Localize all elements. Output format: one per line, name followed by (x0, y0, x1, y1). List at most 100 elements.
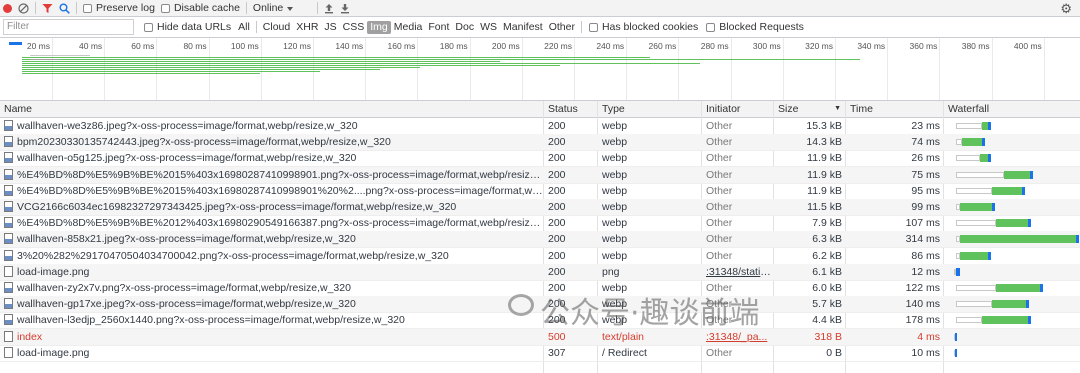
overview-tick-label: 60 ms (131, 41, 155, 51)
type-filter-media[interactable]: Media (391, 21, 426, 34)
overview-tick-label: 100 ms (230, 41, 259, 51)
search-button[interactable] (56, 0, 73, 16)
cell-name: wallhaven-zy2x7v.png?x-oss-process=image… (0, 280, 544, 296)
table-row[interactable]: VCG2166c6034ec16982327297343425.jpeg?x-o… (0, 199, 1080, 216)
table-row[interactable]: %E4%BD%8D%E5%9B%BE%2015%403x169802874109… (0, 166, 1080, 184)
table-row[interactable]: %E4%BD%8D%E5%9B%BE%2012%403x169802905491… (0, 215, 1080, 233)
column-waterfall-header[interactable]: Waterfall (944, 101, 1080, 117)
record-button[interactable] (0, 0, 15, 16)
type-filter-doc[interactable]: Doc (452, 21, 477, 34)
cell-time: 140 ms (905, 298, 940, 311)
cell-status: 200 (548, 152, 566, 165)
cell-time: 12 ms (911, 265, 940, 278)
table-row[interactable]: wallhaven-zy2x7v.png?x-oss-process=image… (0, 280, 1080, 297)
blocked-requests-label: Blocked Requests (719, 21, 804, 33)
cell-type: / Redirect (602, 346, 647, 359)
cell-initiator[interactable]: :31348/_pa... (702, 329, 774, 345)
timeline-overview[interactable]: 20 ms 40 ms 60 ms 80 ms 100 ms 120 ms 140 ms 16… (0, 38, 1080, 101)
cell-initiator[interactable]: Other (702, 248, 774, 264)
request-name: bpm20230330135742443.jpeg?x-oss-process=… (17, 136, 391, 149)
overview-request-bar (22, 57, 650, 58)
cell-status: 200 (548, 217, 566, 230)
type-filter-img[interactable]: Img (367, 20, 391, 34)
table-row[interactable]: wallhaven-we3z86.jpeg?x-oss-process=imag… (0, 118, 1080, 135)
filter-toggle-button[interactable] (39, 0, 56, 16)
type-filter-js[interactable]: JS (321, 21, 339, 34)
overview-gridline (678, 38, 680, 100)
cell-initiator[interactable]: Other (702, 215, 774, 231)
export-har-button[interactable] (337, 0, 353, 16)
cell-name: %E4%BD%8D%E5%9B%BE%2015%403x169802874109… (0, 167, 544, 183)
settings-gear-icon[interactable]: ⚙ (1060, 1, 1072, 17)
cell-initiator[interactable]: Other (702, 134, 774, 150)
clear-button[interactable] (15, 0, 32, 16)
table-row[interactable]: 3%20%282%29170470504034700042.png?x-oss-… (0, 248, 1080, 265)
throttling-select[interactable]: Online (250, 0, 314, 16)
blocked-requests-checkbox[interactable]: Blocked Requests (706, 21, 804, 33)
column-status-header[interactable]: Status (544, 101, 598, 117)
type-filter-font[interactable]: Font (425, 21, 452, 34)
waterfall-waiting-bar (956, 155, 980, 162)
table-row[interactable]: load-image.png 200 png:31348/static... 6.1 … (0, 263, 1080, 281)
type-filter-ws[interactable]: WS (477, 21, 500, 34)
cell-initiator[interactable]: Other (702, 312, 774, 328)
hide-data-urls-checkbox[interactable]: Hide data URLs (144, 21, 231, 33)
import-har-button[interactable] (321, 0, 337, 16)
checkbox-box (83, 3, 92, 13)
column-type-header[interactable]: Type (598, 101, 702, 117)
table-row[interactable]: wallhaven-gp17xe.jpeg?x-oss-process=imag… (0, 296, 1080, 314)
cell-status: 500 (548, 330, 566, 343)
cell-type: webp (602, 233, 628, 246)
column-name-header[interactable]: Name (0, 101, 544, 117)
table-row[interactable]: load-image.png 307 / Redirect Other 0 B 10 ms (0, 345, 1080, 362)
cell-time: 86 ms (911, 249, 940, 262)
overview-request-bar (22, 61, 500, 62)
cell-initiator[interactable]: Other (702, 345, 774, 361)
table-row[interactable]: index 500 text/plain:31348/_pa... 318 B 4 ms (0, 328, 1080, 346)
table-row[interactable]: wallhaven-o5g125.jpeg?x-oss-process=imag… (0, 150, 1080, 168)
type-filter-css[interactable]: CSS (340, 21, 368, 34)
waterfall-download-bar (960, 235, 1079, 244)
cell-initiator[interactable]: Other (702, 118, 774, 134)
overview-tick-label: 300 ms (752, 41, 781, 51)
cell-initiator[interactable]: Other (702, 231, 774, 247)
cell-name: wallhaven-l3edjp_2560x1440.png?x-oss-pro… (0, 312, 544, 328)
table-row[interactable]: wallhaven-858x21.jpeg?x-oss-process=imag… (0, 231, 1080, 249)
cell-initiator[interactable]: Other (702, 296, 774, 312)
document-icon (4, 330, 13, 342)
cell-initiator[interactable]: Other (702, 199, 774, 215)
overview-request-bar (22, 71, 320, 72)
table-row[interactable]: bpm20230330135742443.jpeg?x-oss-process=… (0, 134, 1080, 152)
type-filter-all[interactable]: All (235, 21, 253, 34)
type-filter-other[interactable]: Other (546, 21, 578, 34)
table-row[interactable]: wallhaven-l3edjp_2560x1440.png?x-oss-pro… (0, 312, 1080, 330)
type-filter-xhr[interactable]: XHR (293, 21, 321, 34)
type-filter-cloud[interactable]: Cloud (260, 21, 293, 34)
overview-tick-label: 260 ms (648, 41, 677, 51)
cell-size: 11.9 kB (807, 168, 842, 181)
size-header-label: Size (778, 103, 799, 115)
column-time-header[interactable]: Time (846, 101, 944, 117)
checkbox-box (160, 3, 170, 13)
cell-initiator[interactable]: Other (702, 150, 774, 166)
type-filter-manifest[interactable]: Manifest (500, 21, 546, 34)
overview-gridline (469, 38, 471, 100)
disable-cache-checkbox[interactable]: Disable cache (158, 0, 243, 16)
preserve-log-checkbox[interactable]: Preserve log (80, 0, 158, 16)
cell-time: 4 ms (917, 330, 940, 343)
image-file-icon (4, 168, 13, 180)
overview-tick-label: 200 ms (491, 41, 520, 51)
cell-initiator[interactable]: Other (702, 280, 774, 296)
cell-type: webp (602, 298, 628, 311)
cell-initiator[interactable]: :31348/static... (702, 264, 774, 280)
filter-input[interactable]: Filter (3, 19, 134, 35)
column-initiator-header[interactable]: Initiator (702, 101, 774, 117)
has-blocked-cookies-checkbox[interactable]: Has blocked cookies (588, 21, 698, 33)
cell-initiator[interactable]: Other (702, 167, 774, 183)
column-size-header[interactable]: Size ▼ (774, 101, 846, 117)
resource-type-filters: All Cloud XHR JS CSS Img Media Font Doc WS Manifes… (235, 20, 578, 34)
cell-initiator[interactable]: Other (702, 183, 774, 199)
table-row[interactable]: %E4%BD%8D%E5%9B%BE%2015%403x169802874109… (0, 183, 1080, 200)
cell-time: 95 ms (911, 184, 940, 197)
overview-gridline (521, 38, 523, 100)
